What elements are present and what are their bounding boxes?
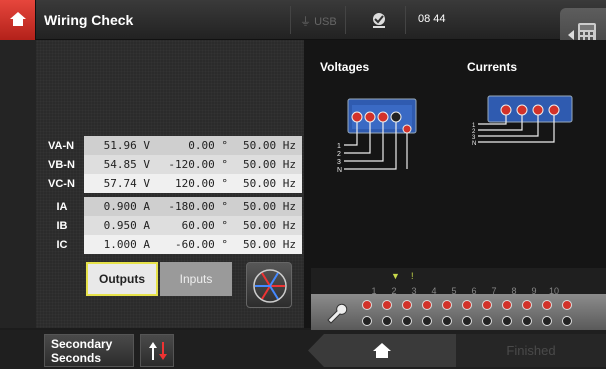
angle-value: -120.00 ° xyxy=(156,155,234,174)
terminal-red xyxy=(562,300,572,310)
terminal-red xyxy=(402,300,412,310)
table-row: VB-N 54.85 V -120.00 ° 50.00 Hz xyxy=(40,155,302,174)
table-row: IC 1.000 A -60.00 ° 50.00 Hz xyxy=(40,235,302,254)
table-row: IB 0.950 A 60.00 ° 50.00 Hz xyxy=(40,216,302,235)
top-bar: Wiring Check ⏚ USB 08 44 xyxy=(0,0,606,40)
channel-marker: ▼ xyxy=(391,271,400,281)
wire-label: N xyxy=(337,167,342,174)
angle-value: -60.00 ° xyxy=(156,235,234,254)
terminal-black xyxy=(542,316,552,326)
side-strip xyxy=(0,40,36,328)
terminal-red xyxy=(502,300,512,310)
wire-label: 3 xyxy=(337,159,341,166)
wire-label: N xyxy=(472,141,476,147)
vector-diagram-button[interactable] xyxy=(246,262,292,308)
terminal-black xyxy=(482,316,492,326)
wire-label: 2 xyxy=(337,151,341,158)
terminal-red xyxy=(462,300,472,310)
table-row: IA 0.900 A -180.00 ° 50.00 Hz xyxy=(40,197,302,216)
frequency-value: 50.00 Hz xyxy=(234,136,302,155)
terminal-black xyxy=(422,316,432,326)
current-wiring-diagram: 1 2 3 N xyxy=(472,95,573,147)
phasor-icon xyxy=(253,269,287,303)
angle-value: 0.00 ° xyxy=(156,136,234,155)
currents-heading: Currents xyxy=(467,60,518,74)
row-label: IB xyxy=(56,219,68,232)
row-label: VB-N xyxy=(48,158,75,171)
wire-label: 1 xyxy=(337,143,341,150)
terminal-black xyxy=(442,316,452,326)
frequency-value: 50.00 Hz xyxy=(234,174,302,193)
row-label: VC-N xyxy=(48,177,75,190)
terminal-bar xyxy=(311,294,606,330)
mode-line-2: Seconds xyxy=(51,351,102,365)
clock: 08 44 xyxy=(418,13,446,25)
magnitude-value: 1.000 A xyxy=(84,235,156,254)
magnitude-value: 51.96 V xyxy=(84,136,156,155)
terminal-red xyxy=(482,300,492,310)
frequency-value: 50.00 Hz xyxy=(234,235,302,254)
magnitude-value: 57.74 V xyxy=(84,174,156,193)
terminal-red xyxy=(442,300,452,310)
angle-value: 60.00 ° xyxy=(156,216,234,235)
magnitude-value: 0.900 A xyxy=(84,197,156,216)
tab-outputs[interactable]: Outputs xyxy=(86,262,158,296)
connection-icon xyxy=(373,13,385,28)
angle-value: 120.00 ° xyxy=(156,174,234,193)
terminal-black xyxy=(402,316,412,326)
voltage-wiring-diagram: 1 2 3 N xyxy=(337,98,417,174)
divider xyxy=(345,6,346,34)
terminal-red xyxy=(422,300,432,310)
row-label: VA-N xyxy=(48,139,75,152)
terminal-black xyxy=(382,316,392,326)
divider xyxy=(290,6,291,34)
usb-label: USB xyxy=(314,16,337,28)
channel-marker: ! xyxy=(411,271,414,281)
frequency-value: 50.00 Hz xyxy=(234,216,302,235)
home-button[interactable] xyxy=(0,0,36,40)
divider xyxy=(405,6,406,34)
swap-button[interactable] xyxy=(140,334,174,367)
frequency-value: 50.00 Hz xyxy=(234,155,302,174)
terminal-black xyxy=(502,316,512,326)
home-nav-button[interactable] xyxy=(308,334,456,367)
tab-inputs[interactable]: Inputs xyxy=(160,262,232,296)
magnitude-value: 54.85 V xyxy=(84,155,156,174)
terminal-red xyxy=(542,300,552,310)
terminal-black xyxy=(362,316,372,326)
measurement-table: VA-N 51.96 V 0.00 ° 50.00 Hz VB-N 54.85 … xyxy=(40,136,302,254)
home-icon xyxy=(10,12,26,26)
table-row: VA-N 51.96 V 0.00 ° 50.00 Hz xyxy=(40,136,302,155)
terminal-black xyxy=(522,316,532,326)
table-row: VC-N 57.74 V 120.00 ° 50.00 Hz xyxy=(40,174,302,193)
terminal-black xyxy=(562,316,572,326)
angle-value: -180.00 ° xyxy=(156,197,234,216)
terminal-black xyxy=(462,316,472,326)
page-title: Wiring Check xyxy=(44,12,134,28)
row-label: IC xyxy=(56,238,68,251)
voltages-heading: Voltages xyxy=(320,60,370,74)
frequency-value: 50.00 Hz xyxy=(234,197,302,216)
row-label: IA xyxy=(56,200,68,213)
usb-icon: ⏚ xyxy=(300,16,311,28)
mode-line-1: Secondary xyxy=(51,337,113,351)
swap-arrows-icon xyxy=(149,342,167,360)
wrench-icon[interactable] xyxy=(324,300,348,324)
magnitude-value: 0.950 A xyxy=(84,216,156,235)
terminal-red xyxy=(362,300,372,310)
finished-button[interactable]: Finished xyxy=(456,334,606,367)
terminal-red xyxy=(522,300,532,310)
usb-status: ⏚ USB xyxy=(300,13,337,29)
terminal-red xyxy=(382,300,392,310)
secondary-seconds-button[interactable]: Secondary Seconds xyxy=(44,334,134,367)
